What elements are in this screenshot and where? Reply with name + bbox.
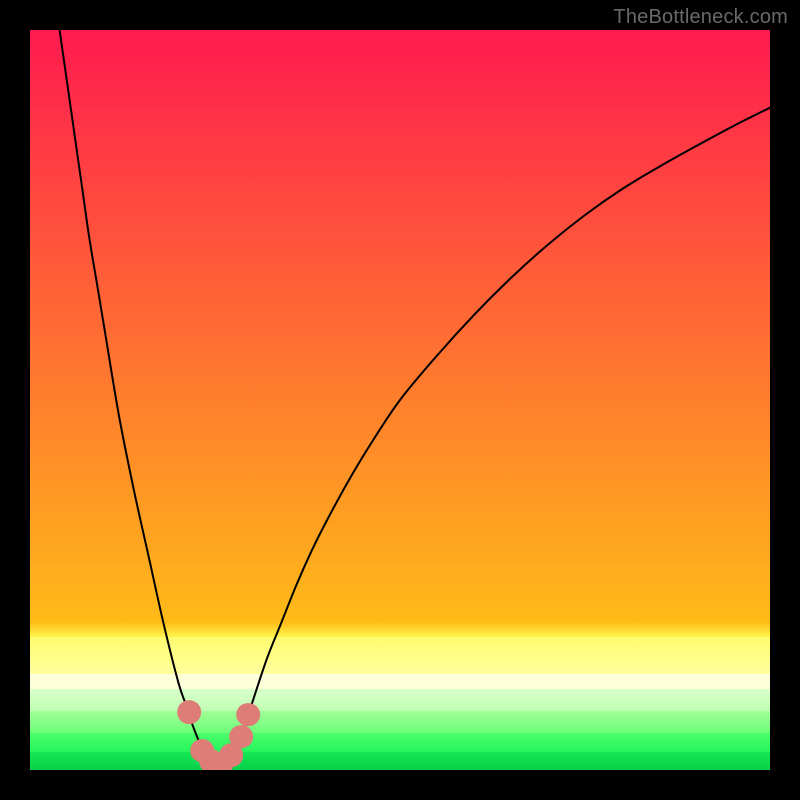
chart-frame: TheBottleneck.com	[0, 0, 800, 800]
data-marker	[236, 703, 260, 727]
gradient-band	[30, 752, 770, 771]
gradient-band	[30, 711, 770, 733]
gradient-band	[30, 689, 770, 711]
gradient-band	[30, 622, 770, 637]
gradient-band	[30, 637, 770, 674]
watermark: TheBottleneck.com	[613, 6, 788, 29]
gradient-band	[30, 674, 770, 689]
plot-area	[30, 30, 770, 770]
gradient-band	[30, 733, 770, 752]
data-marker	[177, 700, 201, 724]
gradient-band	[30, 30, 770, 622]
data-marker	[229, 725, 253, 749]
